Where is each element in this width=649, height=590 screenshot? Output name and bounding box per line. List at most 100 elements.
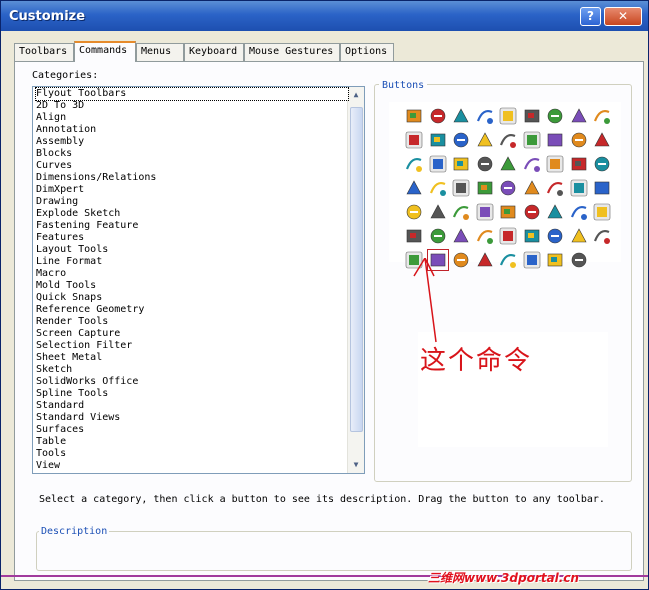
- category-item[interactable]: Dimensions/Relations: [36, 172, 156, 184]
- tool-icon[interactable]: [569, 202, 589, 222]
- category-item[interactable]: Drawing: [36, 196, 78, 208]
- tool-icon[interactable]: [545, 250, 565, 270]
- scroll-up-button[interactable]: ▲: [348, 87, 364, 103]
- tool-icon[interactable]: [451, 250, 471, 270]
- tool-icon[interactable]: [428, 226, 448, 246]
- tool-icon[interactable]: [428, 178, 448, 198]
- tool-icon[interactable]: [498, 202, 518, 222]
- tool-icon[interactable]: [428, 202, 448, 222]
- tool-icon[interactable]: [475, 202, 495, 222]
- tool-icon[interactable]: [404, 202, 424, 222]
- tool-icon[interactable]: [498, 226, 518, 246]
- tool-icon[interactable]: [522, 226, 542, 246]
- tool-icon[interactable]: [522, 154, 542, 174]
- scroll-down-button[interactable]: ▼: [348, 457, 364, 473]
- tool-icon[interactable]: [498, 154, 518, 174]
- category-item[interactable]: 2D To 3D: [36, 100, 84, 112]
- category-item[interactable]: Reference Geometry: [36, 304, 144, 316]
- tab-options[interactable]: Options: [340, 43, 394, 61]
- tool-icon[interactable]: [498, 130, 518, 150]
- tool-icon[interactable]: [592, 106, 612, 126]
- tool-icon[interactable]: [545, 106, 565, 126]
- tool-icon[interactable]: [522, 202, 542, 222]
- category-item[interactable]: Align: [36, 112, 66, 124]
- tool-icon[interactable]: [592, 154, 612, 174]
- tool-icon[interactable]: [404, 226, 424, 246]
- category-item[interactable]: Quick Snaps: [36, 292, 102, 304]
- tool-icon[interactable]: [569, 130, 589, 150]
- tool-icon[interactable]: [451, 226, 471, 246]
- category-item[interactable]: Fastening Feature: [36, 220, 138, 232]
- tool-icon[interactable]: [451, 154, 471, 174]
- tool-icon[interactable]: [428, 106, 448, 126]
- tool-icon[interactable]: [475, 130, 495, 150]
- help-button[interactable]: ?: [580, 7, 601, 26]
- category-item[interactable]: DimXpert: [36, 184, 84, 196]
- tool-icon[interactable]: [545, 202, 565, 222]
- tool-icon[interactable]: [428, 154, 448, 174]
- tool-icon[interactable]: [428, 130, 448, 150]
- tool-icon[interactable]: [404, 154, 424, 174]
- tool-icon[interactable]: [545, 226, 565, 246]
- tool-icon[interactable]: [522, 106, 542, 126]
- tool-icon[interactable]: [592, 178, 612, 198]
- tool-icon[interactable]: [592, 226, 612, 246]
- tool-icon[interactable]: [475, 226, 495, 246]
- tool-icon[interactable]: [545, 130, 565, 150]
- category-item[interactable]: Selection Filter: [36, 340, 132, 352]
- tool-icon[interactable]: [569, 250, 589, 270]
- category-item[interactable]: Sheet Metal: [36, 352, 102, 364]
- category-item[interactable]: Macro: [36, 268, 66, 280]
- tool-icon[interactable]: [451, 202, 471, 222]
- categories-list[interactable]: ▲ ▼ Flyout Toolbars 2D To 3D Align Annotati…: [32, 86, 365, 474]
- category-item[interactable]: Line Format: [36, 256, 102, 268]
- tool-icon[interactable]: [522, 178, 542, 198]
- tool-icon[interactable]: [498, 178, 518, 198]
- category-item[interactable]: Mold Tools: [36, 280, 96, 292]
- tool-icon[interactable]: [475, 154, 495, 174]
- tool-icon[interactable]: [475, 250, 495, 270]
- tool-icon[interactable]: [404, 130, 424, 150]
- tool-icon[interactable]: [569, 178, 589, 198]
- tool-icon[interactable]: [545, 178, 565, 198]
- tool-icon[interactable]: [451, 130, 471, 150]
- tool-icon[interactable]: [451, 178, 471, 198]
- tool-icon[interactable]: [569, 154, 589, 174]
- category-item[interactable]: Assembly: [36, 136, 84, 148]
- tool-icon[interactable]: [522, 130, 542, 150]
- category-item[interactable]: Blocks: [36, 148, 72, 160]
- scroll-thumb[interactable]: [350, 107, 363, 432]
- category-item[interactable]: Render Tools: [36, 316, 108, 328]
- tool-icon[interactable]: [592, 202, 612, 222]
- category-item[interactable]: Tools: [36, 448, 66, 460]
- tab-keyboard[interactable]: Keyboard: [184, 43, 244, 61]
- category-item[interactable]: Table: [36, 436, 66, 448]
- category-item[interactable]: Explode Sketch: [36, 208, 120, 220]
- tool-icon[interactable]: [569, 106, 589, 126]
- tool-icon[interactable]: [475, 106, 495, 126]
- category-item[interactable]: Sketch: [36, 364, 72, 376]
- tab-mouse-gestures[interactable]: Mouse Gestures: [244, 43, 340, 61]
- tool-icon[interactable]: [475, 178, 495, 198]
- title-bar[interactable]: Customize ? ✕: [1, 1, 648, 31]
- category-item[interactable]: Layout Tools: [36, 244, 108, 256]
- tab-menus[interactable]: Menus: [136, 43, 184, 61]
- tool-icon[interactable]: [592, 130, 612, 150]
- category-item[interactable]: SolidWorks Office: [36, 376, 138, 388]
- category-item[interactable]: Annotation: [36, 124, 96, 136]
- tab-commands[interactable]: Commands: [74, 41, 136, 62]
- tool-icon[interactable]: [404, 178, 424, 198]
- close-button[interactable]: ✕: [604, 7, 642, 26]
- tool-icon[interactable]: [545, 154, 565, 174]
- tool-icon[interactable]: [404, 106, 424, 126]
- category-item[interactable]: Features: [36, 232, 84, 244]
- tool-icon[interactable]: [522, 250, 542, 270]
- category-item[interactable]: Curves: [36, 160, 72, 172]
- tool-icon[interactable]: [498, 250, 518, 270]
- tab-toolbars[interactable]: Toolbars: [14, 43, 74, 61]
- category-item[interactable]: View: [36, 460, 60, 472]
- category-item[interactable]: Standard: [36, 400, 84, 412]
- categories-scrollbar[interactable]: ▲ ▼: [347, 87, 364, 473]
- tool-icon[interactable]: [569, 226, 589, 246]
- category-item[interactable]: Screen Capture: [36, 328, 120, 340]
